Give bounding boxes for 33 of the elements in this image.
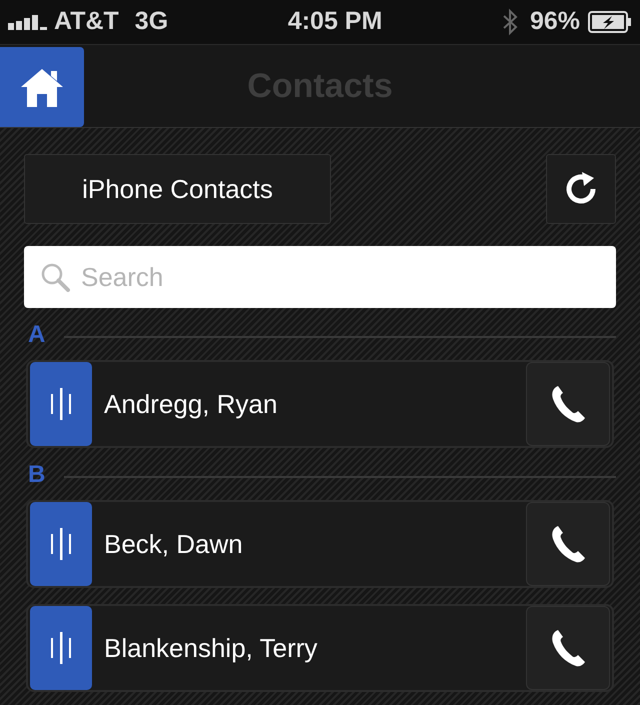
phone-icon xyxy=(550,628,586,668)
contact-name: Andregg, Ryan xyxy=(104,388,278,420)
call-button[interactable] xyxy=(526,502,610,586)
bars-icon xyxy=(51,528,71,560)
battery-percent: 96% xyxy=(530,6,580,38)
network-type: 3G xyxy=(134,6,168,38)
section-letter: A xyxy=(27,320,46,350)
contact-row[interactable]: Andregg, Ryan xyxy=(26,360,614,448)
signal-icon xyxy=(8,14,50,30)
contact-name: Beck, Dawn xyxy=(104,528,244,560)
contact-tile[interactable] xyxy=(30,606,92,690)
contact-row[interactable]: Blankenship, Terry xyxy=(26,604,614,692)
bluetooth-icon xyxy=(502,8,518,36)
contact-tile[interactable] xyxy=(30,362,92,446)
home-icon xyxy=(19,67,65,107)
clock-time: 4:05 PM xyxy=(288,6,382,38)
phone-icon xyxy=(550,524,586,564)
iphone-contacts-button[interactable]: iPhone Contacts xyxy=(24,154,331,224)
phone-icon xyxy=(550,384,586,424)
call-button[interactable] xyxy=(526,606,610,690)
home-button[interactable] xyxy=(0,47,84,127)
call-button[interactable] xyxy=(526,362,610,446)
battery-icon xyxy=(588,11,632,33)
refresh-button[interactable] xyxy=(546,154,616,224)
bars-icon xyxy=(51,388,71,420)
carrier-name: AT&T xyxy=(54,6,119,38)
search-icon xyxy=(40,262,70,292)
contact-name: Blankenship, Terry xyxy=(104,632,318,664)
bars-icon xyxy=(51,632,71,664)
section-letter: B xyxy=(27,460,46,490)
contact-tile[interactable] xyxy=(30,502,92,586)
search-field[interactable]: Search xyxy=(24,246,616,308)
contact-row[interactable]: Beck, Dawn xyxy=(26,500,614,588)
